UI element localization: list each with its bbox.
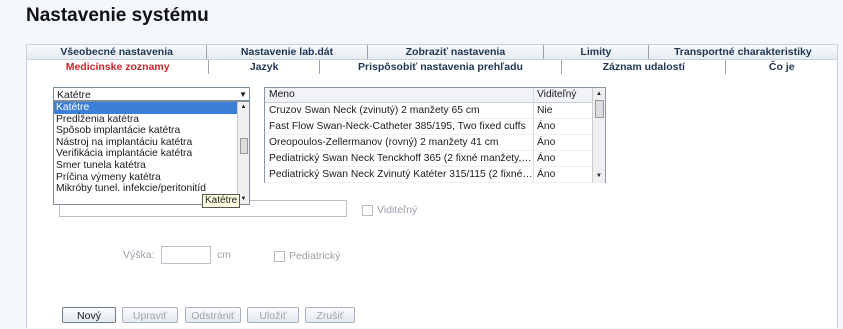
height-unit: cm — [217, 249, 231, 261]
scroll-up-icon[interactable]: ▲ — [238, 104, 249, 110]
tab-event-log[interactable]: Záznam udalostí — [562, 60, 727, 74]
table-cell-visible: Áno — [533, 135, 589, 150]
table-scrollbar[interactable]: ▲ ▼ — [592, 88, 605, 182]
table-cell-visible: Áno — [533, 119, 589, 134]
table-cell-name: Cruzov Swan Neck (zvinutý) 2 manžety 65 … — [269, 105, 480, 116]
checkbox-box[interactable] — [274, 250, 285, 262]
dropdown-option[interactable]: Smer tunela katétra — [54, 160, 249, 172]
table-row[interactable]: Pediatrický Swan Neck Tenckhoff 365 (2 f… — [265, 151, 605, 167]
save-button[interactable]: Uložiť — [247, 307, 299, 323]
dropdown-scrollbar[interactable]: ▲ ▼ — [237, 102, 249, 204]
table-cell-name: Pediatrický Swan Neck Zvinutý Katéter 31… — [269, 169, 533, 180]
new-button[interactable]: Nový — [62, 307, 116, 323]
dropdown-option[interactable]: Verifikácia implantácie katétra — [54, 148, 249, 160]
dropdown-option[interactable]: Nástroj na implantáciu katétra — [54, 137, 249, 149]
tab-medical-lists[interactable]: Medicínske zoznamy — [27, 60, 210, 74]
pediatric-checkbox-label: Pediatrický — [289, 250, 341, 262]
dropdown-option[interactable]: Spôsob implantácie katétra — [54, 125, 249, 137]
tab-row-bottom: Medicínske zoznamy Jazyk Prispôsobiť nas… — [26, 59, 838, 75]
table-cell-visible: Áno — [533, 167, 589, 182]
tab-view-settings[interactable]: Zobraziť nastavenia — [368, 45, 545, 59]
table-row[interactable]: Fast Flow Swan-Neck-Catheter 385/195, Tw… — [265, 119, 605, 135]
table-cell-name: Pediatrický Swan Neck Tenckhoff 365 (2 f… — [269, 153, 533, 164]
page-title: Nastavenie systému — [26, 5, 209, 26]
dropdown-option[interactable]: Príčina výmeny katétra — [54, 172, 249, 184]
dropdown-option[interactable]: Predĺženia katétra — [54, 114, 249, 126]
table-cell-visible: Nie — [533, 103, 589, 118]
table-cell-name: Oreopoulos-Zellermanov (rovný) 2 manžety… — [269, 137, 499, 148]
delete-button[interactable]: Odstrániť — [185, 307, 241, 323]
cancel-button[interactable]: Zrušiť — [305, 307, 355, 323]
table-cell-visible: Áno — [533, 151, 589, 166]
height-label: Výška: — [123, 249, 155, 261]
tab-transport-characteristics[interactable]: Transportné charakteristiky — [649, 45, 837, 59]
scroll-down-icon[interactable]: ▼ — [593, 173, 605, 179]
table-header: Meno Viditeľný — [265, 88, 605, 103]
table-row[interactable]: Pediatrický Swan Neck Zvinutý Katéter 31… — [265, 167, 605, 183]
tab-general-settings[interactable]: Všeobecné nastavenia — [27, 45, 208, 59]
scroll-thumb[interactable] — [595, 100, 604, 118]
scroll-thumb[interactable] — [240, 138, 248, 154]
height-field[interactable] — [161, 246, 211, 264]
tooltip: Katétre — [202, 194, 241, 208]
visible-checkbox-label: Viditeľný — [377, 204, 418, 216]
dropdown-option[interactable]: Katétre — [54, 102, 240, 114]
column-header-name[interactable]: Meno — [265, 88, 533, 102]
tab-limits[interactable]: Limity — [544, 45, 649, 59]
tab-language[interactable]: Jazyk — [209, 60, 320, 74]
pediatric-checkbox[interactable]: Pediatrický — [274, 250, 340, 262]
checkbox-box[interactable] — [362, 204, 373, 216]
column-header-visible[interactable]: Viditeľný — [533, 88, 589, 102]
visible-checkbox[interactable]: Viditeľný — [362, 204, 417, 216]
table-cell-name: Fast Flow Swan-Neck-Catheter 385/195, Tw… — [269, 121, 526, 132]
list-type-selected: Katétre — [57, 89, 91, 101]
list-type-select[interactable]: Katétre ▼ — [53, 87, 250, 101]
tab-what-is[interactable]: Čo je — [726, 60, 837, 74]
dropdown-option[interactable]: Mikróby tunel. infekcie/peritonitíd — [54, 183, 249, 195]
edit-button[interactable]: Upraviť — [122, 307, 178, 323]
tab-lab-data-settings[interactable]: Nastavenie lab.dát — [207, 45, 368, 59]
table-row[interactable]: Cruzov Swan Neck (zvinutý) 2 manžety 65 … — [265, 103, 605, 119]
scroll-up-icon[interactable]: ▲ — [593, 91, 605, 97]
chevron-down-icon[interactable]: ▼ — [239, 88, 247, 102]
list-type-dropdown[interactable]: Katétre Predĺženia katétra Spôsob implan… — [53, 101, 250, 205]
items-table[interactable]: Meno Viditeľný Cruzov Swan Neck (zvinutý… — [264, 87, 606, 183]
tab-customize-overview[interactable]: Prispôsobiť nastavenia prehľadu — [320, 60, 563, 74]
table-row[interactable]: Oreopoulos-Zellermanov (rovný) 2 manžety… — [265, 135, 605, 151]
tab-row-top: Všeobecné nastavenia Nastavenie lab.dát … — [26, 44, 838, 59]
